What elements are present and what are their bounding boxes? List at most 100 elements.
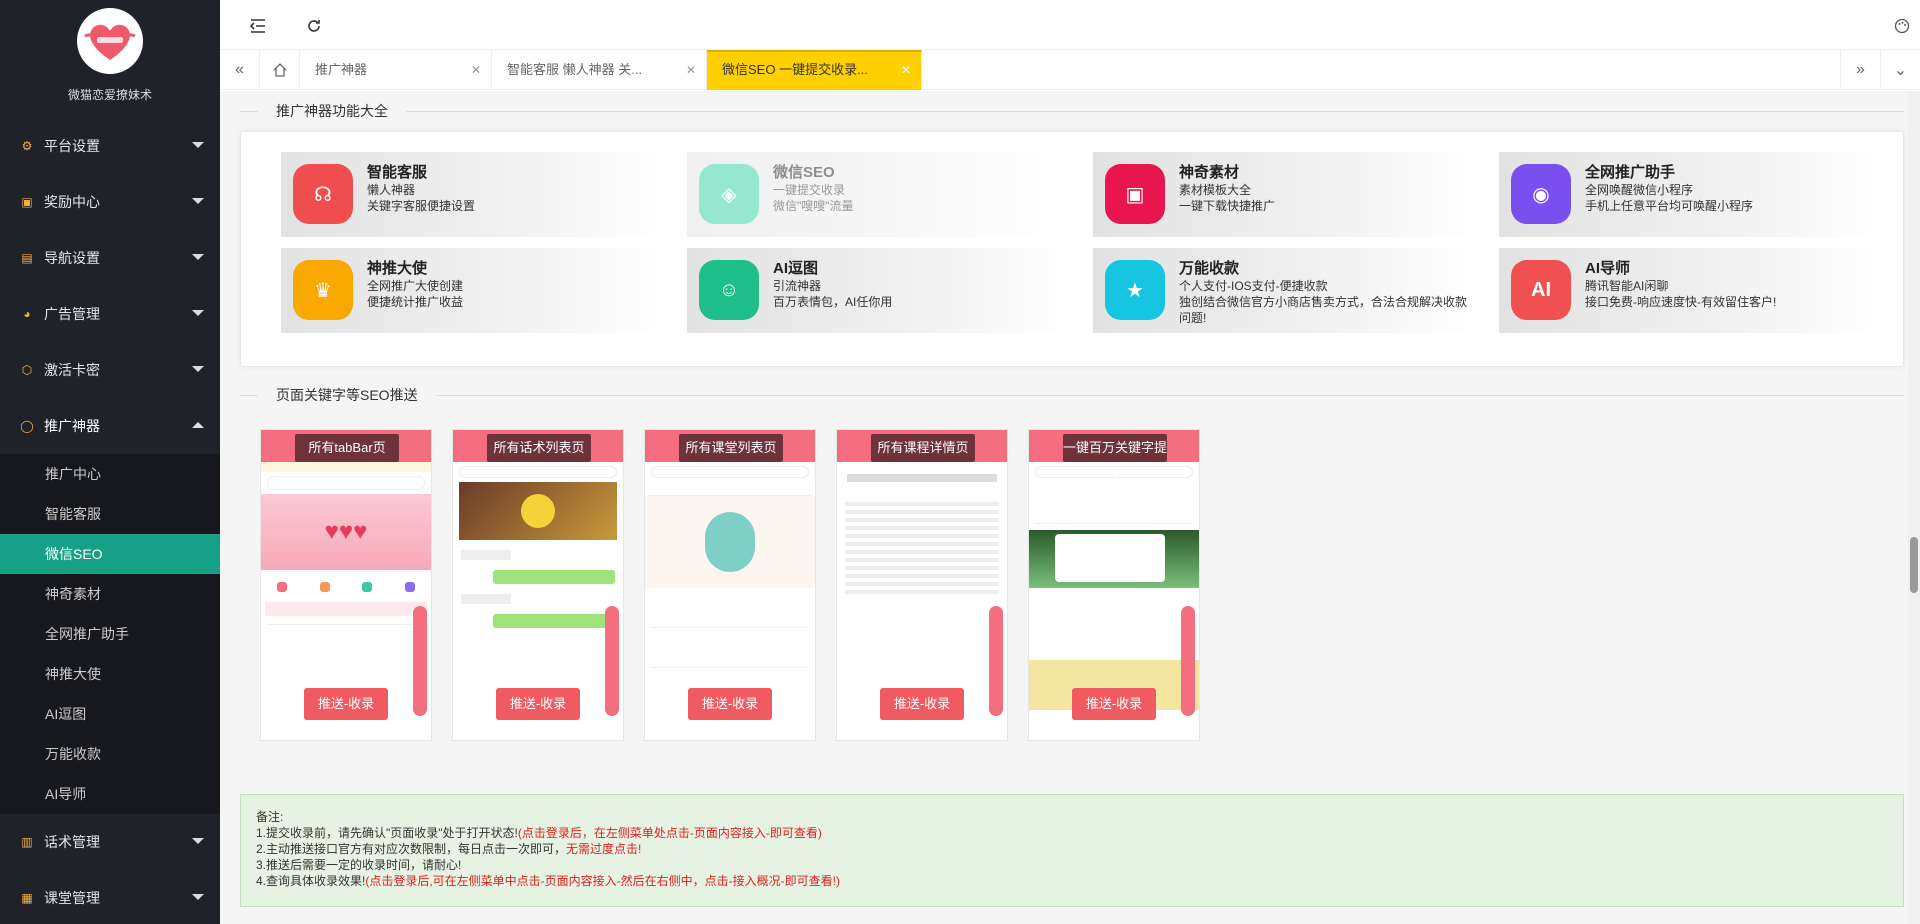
caret-down-icon [192,254,204,260]
feature-text: 微信SEO 一键提交收录 微信"嗖嗖"流量 [773,164,854,214]
menu-label: 平台设置 [44,138,100,154]
menu-activation-cards[interactable]: ⬡ 激活卡密 [0,342,220,398]
feature-desc: 手机上任意平台均可唤醒小程序 [1585,199,1754,213]
heart-logo-icon [80,11,140,71]
tab-promotion-tools[interactable]: 推广神器 ✕ [300,50,492,90]
tab-smart-service[interactable]: 智能客服 懒人神器 关... ✕ [492,50,707,90]
caret-down-icon [192,198,204,204]
feature-title: 全网推广助手 [1585,164,1676,181]
box-icon: ⬡ [21,363,33,377]
menu-label: 激活卡密 [44,362,100,378]
feature-text: 万能收款 个人支付-IOS支付-便捷收款 独创结合微信官方小商店售卖方式，合法合规解… [1179,260,1467,326]
submenu-item-smart-service[interactable]: 智能客服 [0,494,220,534]
feature-text: 全网推广助手全网唤醒微信小程序手机上任意平台均可唤醒小程序 [1585,164,1753,214]
sidebar: 微猫恋爱撩妹术 ⚙ 平台设置 ▣ 奖励中心 ▤ 导航设置 ◕ 广告管理 ⬡ 激活… [0,0,220,924]
menu-nav-settings[interactable]: ▤ 导航设置 [0,230,220,286]
menu-reward-center[interactable]: ▣ 奖励中心 [0,174,220,230]
close-icon[interactable]: ✕ [686,50,696,90]
page-label: 一键百万关键字提交 [1063,434,1167,483]
gear-icon: ⚙ [21,139,33,153]
submenu-item-payment[interactable]: 万能收款 [0,734,220,774]
palette-icon: ◕ [23,307,31,321]
feature-card[interactable]: ◈ 微信SEO 一键提交收录 微信"嗖嗖"流量 [687,152,1073,237]
tab-label: 智能客服 懒人神器 关... [507,62,643,77]
feature-text: AI导师 腾讯智能AI闲聊 接口免费-响应速度快-有效留住客户! [1585,260,1776,310]
feature-card[interactable]: AI AI导师 腾讯智能AI闲聊 接口免费-响应速度快-有效留住客户! [1499,248,1885,333]
seo-section-title: 页面关键字等SEO推送 [240,375,1904,415]
feature-desc: 一键下载快捷推广 [1179,199,1276,213]
seo-page-card: 所有课程详情页 推送-收录 [836,429,1008,741]
topbar [220,0,1920,50]
submenu-item-ambassador[interactable]: 神推大使 [0,654,220,694]
feature-desc: 全网唤醒微信小程序 [1585,183,1694,197]
menu-ad-management[interactable]: ◕ 广告管理 [0,286,220,342]
push-index-button[interactable]: 推送-收录 [880,688,964,720]
push-index-button[interactable]: 推送-收录 [688,688,772,720]
feature-card[interactable]: ▣ 神奇素材 素材模板大全 一键下载快捷推广 [1093,152,1479,237]
page-scrollbar[interactable] [1908,91,1920,924]
tab-dropdown-icon[interactable]: ⌄ [1880,50,1920,90]
menu-promotion-tools[interactable]: ◯ 推广神器 [0,398,220,454]
menu-label: 广告管理 [44,306,100,322]
caret-down-icon [192,310,204,316]
feature-desc: 微信"嗖嗖"流量 [773,199,854,213]
collapse-menu-icon[interactable] [248,16,268,36]
submenu-item-network-assistant[interactable]: 全网推广助手 [0,614,220,654]
notes-heading: 备注: [256,810,284,824]
feature-card[interactable]: ◉ 全网推广助手 全网唤醒微信小程序 手机上任意平台均可唤醒小程序 [1499,152,1885,237]
section-title-text: 推广神器功能大全 [276,103,388,119]
theme-icon[interactable] [1892,16,1912,36]
ai-icon: AI [1511,260,1571,320]
features-grid: ☊ 智能客服 懒人神器 关键字客服便捷设置 ◈ 微信SEO 一键提交收录 微信"嗖嗖"流量 ▣ 神… [281,152,1885,333]
trophy-icon: ♛ [293,260,353,320]
push-index-button[interactable]: 推送-收录 [304,688,388,720]
main-content: 推广神器功能大全 ☊ 智能客服 懒人神器 关键字客服便捷设置 ◈ 微信SEO 一键提交收录微… [220,91,1920,924]
tab-scroll-right-icon[interactable]: » [1840,50,1880,90]
feature-card[interactable]: ☊ 智能客服 懒人神器 关键字客服便捷设置 [281,152,667,237]
tab-actions: » ⌄ [1840,50,1920,90]
feature-title: 万能收款 [1179,260,1240,277]
submenu-item-materials[interactable]: 神奇素材 [0,574,220,614]
submenu-item-promo-center[interactable]: 推广中心 [0,454,220,494]
push-index-button[interactable]: 推送-收录 [496,688,580,720]
tab-scroll-left-icon[interactable]: « [220,50,260,90]
close-icon[interactable]: ✕ [471,50,481,90]
refresh-icon[interactable] [304,16,324,36]
content-inner: 推广神器功能大全 ☊ 智能客服 懒人神器 关键字客服便捷设置 ◈ 微信SEO 一键提交收录微… [240,91,1904,815]
feature-card[interactable]: ♛ 神推大使 全网推广大使创建 便捷统计推广收益 [281,248,667,333]
submenu-item-wechat-seo[interactable]: 微信SEO [0,534,220,574]
feature-card[interactable]: ★ 万能收款 个人支付-IOS支付-便捷收款 独创结合微信官方小商店售卖方式，合法合规… [1093,248,1479,333]
features-section-title: 推广神器功能大全 [240,91,1904,131]
caret-down-icon [192,142,204,148]
material-icon: ▣ [1105,164,1165,224]
menu-class-management[interactable]: ▦ 课堂管理 [0,870,220,924]
tag-icon: ◈ [699,164,759,224]
menu-label: 话术管理 [44,834,100,850]
feature-card[interactable]: ☺ AI逗图 引流神器 百万表情包，AI任你用 [687,248,1073,333]
menu-script-management[interactable]: ▥ 话术管理 [0,814,220,870]
page-label: 所有话术列表页 [487,434,591,462]
section-title-text: 页面关键字等SEO推送 [276,387,418,403]
tab-wechat-seo[interactable]: 微信SEO 一键提交收录... ✕ [707,50,922,90]
seo-page-card: ♥♥♥ 所有tabBar页 推送-收录 [260,429,432,741]
page-label: 所有tabBar页 [295,434,399,462]
submenu-item-ai-tutor[interactable]: AI导师 [0,774,220,814]
page-label: 所有课堂列表页 [679,434,783,462]
headset-icon: ☊ [293,164,353,224]
feature-desc: 腾讯智能AI闲聊 [1585,279,1669,293]
circle-icon: ◯ [20,419,34,433]
close-icon[interactable]: ✕ [901,52,911,88]
feature-title: AI导师 [1585,260,1631,277]
home-tab-icon[interactable] [260,50,300,90]
menu-label: 推广神器 [44,418,100,434]
menu-label: 奖励中心 [44,194,100,210]
feature-desc: 引流神器 [773,279,822,293]
caret-down-icon [192,366,204,372]
menu-label: 导航设置 [44,250,100,266]
submenu-item-ai-meme[interactable]: AI逗图 [0,694,220,734]
scrollbar-thumb[interactable] [1910,537,1918,593]
caret-up-icon [192,422,204,428]
push-index-button[interactable]: 推送-收录 [1072,688,1156,720]
feature-desc: 个人支付-IOS支付-便捷收款 [1179,279,1328,293]
menu-platform-settings[interactable]: ⚙ 平台设置 [0,118,220,174]
